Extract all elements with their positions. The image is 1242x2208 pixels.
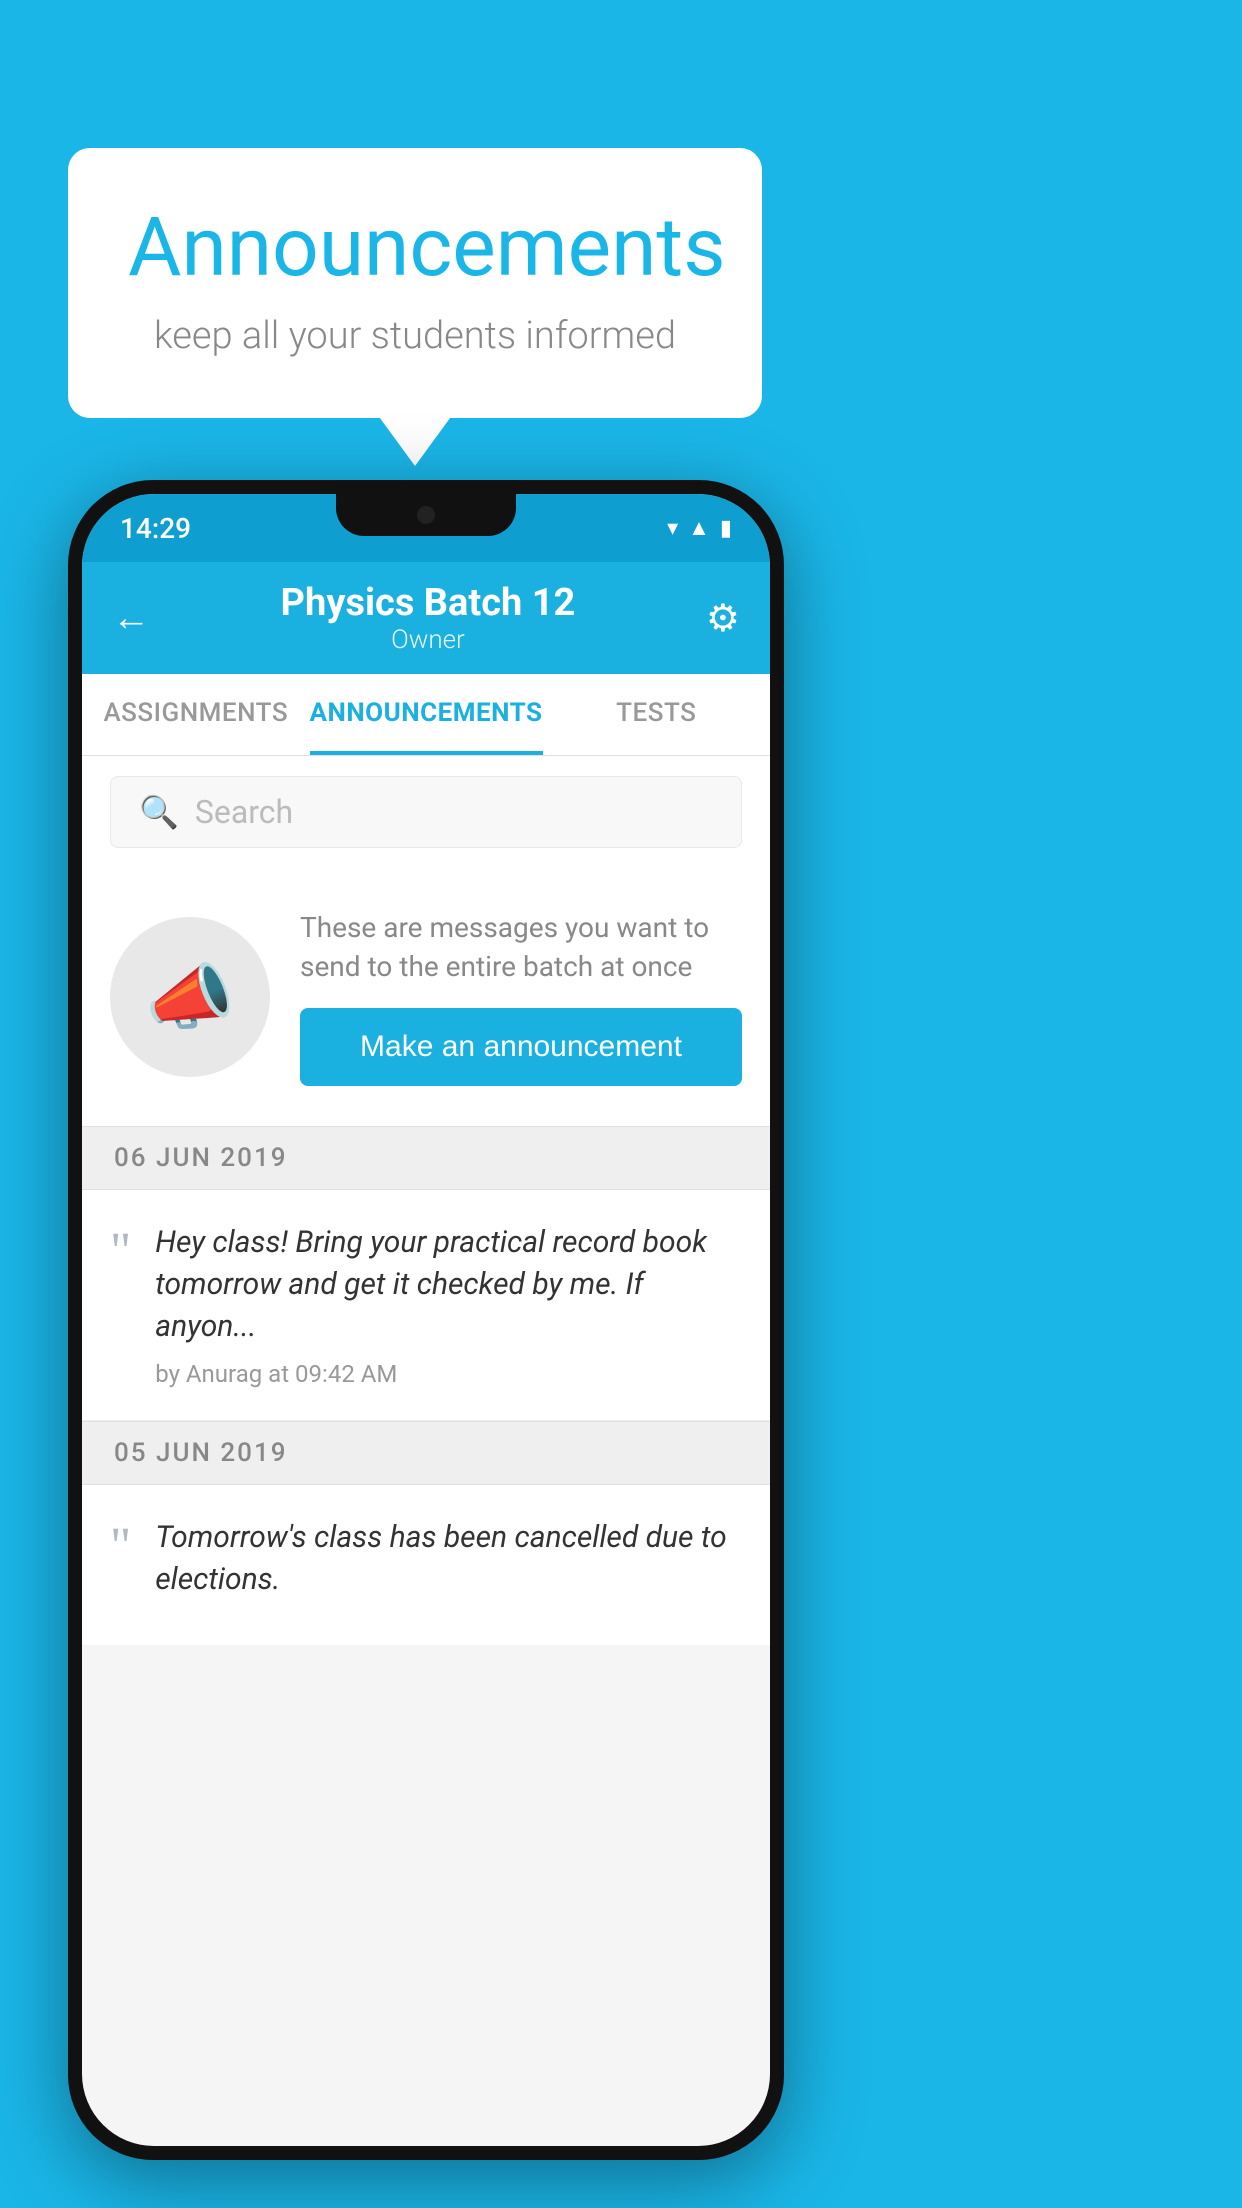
status-time: 14:29 bbox=[120, 512, 191, 545]
announcement-meta-1: by Anurag at 09:42 AM bbox=[155, 1360, 742, 1388]
announcement-text-2: Tomorrow's class has been cancelled due … bbox=[155, 1517, 742, 1601]
announcement-promo: 📣 These are messages you want to send to… bbox=[82, 868, 770, 1126]
date-divider-2: 05 JUN 2019 bbox=[82, 1421, 770, 1485]
quote-icon-2: " bbox=[110, 1521, 131, 1573]
phone-screen: 14:29 ▾ ▲ ▮ ← Physics Batch 12 Owner ⚙ A… bbox=[82, 494, 770, 2146]
phone-mockup: 14:29 ▾ ▲ ▮ ← Physics Batch 12 Owner ⚙ A… bbox=[68, 480, 784, 2160]
announcement-text-1: Hey class! Bring your practical record b… bbox=[155, 1222, 742, 1348]
battery-icon: ▮ bbox=[720, 516, 732, 541]
megaphone-icon: 📣 bbox=[145, 955, 235, 1040]
search-input[interactable]: Search bbox=[195, 793, 293, 831]
promo-description: These are messages you want to send to t… bbox=[300, 908, 742, 986]
app-header: ← Physics Batch 12 Owner ⚙ bbox=[82, 562, 770, 674]
speech-bubble-title: Announcements bbox=[128, 200, 702, 296]
settings-icon[interactable]: ⚙ bbox=[706, 596, 740, 641]
back-button[interactable]: ← bbox=[112, 596, 150, 640]
date-divider-1: 06 JUN 2019 bbox=[82, 1126, 770, 1190]
phone-outer: 14:29 ▾ ▲ ▮ ← Physics Batch 12 Owner ⚙ A… bbox=[68, 480, 784, 2160]
signal-icon: ▲ bbox=[688, 515, 710, 541]
tab-assignments[interactable]: ASSIGNMENTS bbox=[82, 674, 310, 755]
speech-bubble: Announcements keep all your students inf… bbox=[68, 148, 762, 418]
tab-announcements[interactable]: ANNOUNCEMENTS bbox=[310, 674, 543, 755]
announcement-content-1: Hey class! Bring your practical record b… bbox=[155, 1222, 742, 1388]
search-bar[interactable]: 🔍 Search bbox=[110, 776, 742, 848]
search-icon: 🔍 bbox=[139, 793, 179, 831]
quote-icon-1: " bbox=[110, 1226, 131, 1278]
announcement-item-1[interactable]: " Hey class! Bring your practical record… bbox=[82, 1190, 770, 1421]
tab-bar: ASSIGNMENTS ANNOUNCEMENTS TESTS bbox=[82, 674, 770, 756]
promo-icon-circle: 📣 bbox=[110, 917, 270, 1077]
announcement-content-2: Tomorrow's class has been cancelled due … bbox=[155, 1517, 742, 1613]
header-center: Physics Batch 12 Owner bbox=[281, 581, 576, 655]
promo-content: These are messages you want to send to t… bbox=[300, 908, 742, 1086]
wifi-icon: ▾ bbox=[667, 516, 678, 541]
status-icons: ▾ ▲ ▮ bbox=[667, 515, 732, 541]
announcement-item-2[interactable]: " Tomorrow's class has been cancelled du… bbox=[82, 1485, 770, 1645]
search-bar-container: 🔍 Search bbox=[82, 756, 770, 868]
camera-dot bbox=[417, 506, 435, 524]
speech-bubble-subtitle: keep all your students informed bbox=[128, 314, 702, 358]
header-title: Physics Batch 12 bbox=[281, 581, 576, 625]
tab-tests[interactable]: TESTS bbox=[543, 674, 771, 755]
speech-bubble-wrapper: Announcements keep all your students inf… bbox=[68, 148, 762, 418]
phone-notch bbox=[336, 494, 516, 536]
make-announcement-button[interactable]: Make an announcement bbox=[300, 1008, 742, 1086]
header-subtitle: Owner bbox=[281, 625, 576, 655]
